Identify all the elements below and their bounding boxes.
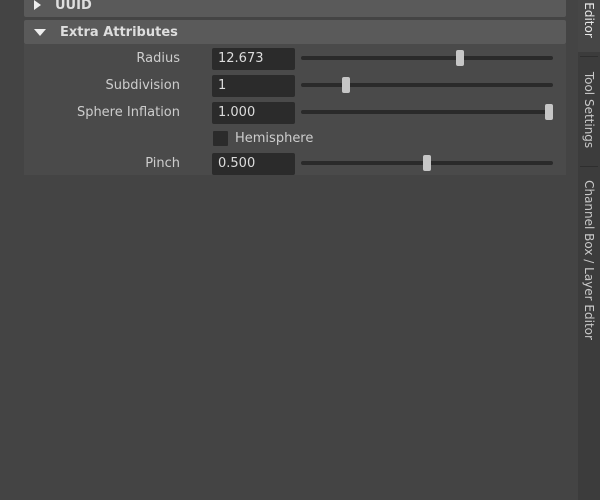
- radius-slider-handle[interactable]: [455, 50, 464, 66]
- subdivision-slider[interactable]: [301, 77, 553, 93]
- pinch-slider[interactable]: [301, 155, 553, 171]
- attribute-editor-panel: UUID Extra Attributes Radius 12.673 Subd…: [0, 0, 578, 500]
- radius-slider[interactable]: [301, 50, 553, 66]
- sphere-inflation-field[interactable]: 1.000: [212, 102, 295, 124]
- tab-divider: [580, 166, 598, 167]
- radius-label: Radius: [136, 51, 180, 66]
- subdivision-slider-handle[interactable]: [342, 77, 351, 93]
- hemisphere-label[interactable]: Hemisphere: [235, 131, 313, 146]
- subdivision-label: Subdivision: [105, 78, 181, 93]
- tab-divider: [580, 56, 598, 57]
- section-header-extra-attributes[interactable]: Extra Attributes: [24, 20, 566, 44]
- subdivision-field[interactable]: 1: [212, 75, 295, 97]
- sphere-inflation-label: Sphere Inflation: [76, 105, 180, 120]
- pinch-field[interactable]: 0.500: [212, 153, 295, 175]
- radius-field[interactable]: 12.673: [212, 48, 295, 70]
- hemisphere-checkbox[interactable]: [213, 131, 228, 146]
- side-tab-strip: Editor Tool Settings Channel Box / Layer…: [578, 0, 600, 500]
- tab-attribute-editor[interactable]: Editor: [578, 0, 600, 52]
- tab-attribute-editor-label: Editor: [582, 2, 596, 38]
- pinch-label: Pinch: [145, 156, 180, 171]
- triangle-right-icon: [34, 0, 41, 10]
- tab-tool-settings[interactable]: Tool Settings: [578, 60, 600, 160]
- section-title-extra-attributes: Extra Attributes: [60, 24, 178, 40]
- sphere-inflation-slider-handle[interactable]: [545, 104, 553, 120]
- section-header-uuid[interactable]: UUID: [24, 0, 566, 17]
- sphere-inflation-slider[interactable]: [301, 104, 553, 120]
- triangle-down-icon: [34, 28, 46, 36]
- tab-tool-settings-label: Tool Settings: [582, 71, 596, 149]
- pinch-slider-handle[interactable]: [423, 155, 431, 171]
- section-title-uuid: UUID: [55, 0, 92, 13]
- tab-channel-box-layer-editor[interactable]: Channel Box / Layer Editor: [578, 170, 600, 350]
- tab-channel-box-label: Channel Box / Layer Editor: [582, 180, 596, 340]
